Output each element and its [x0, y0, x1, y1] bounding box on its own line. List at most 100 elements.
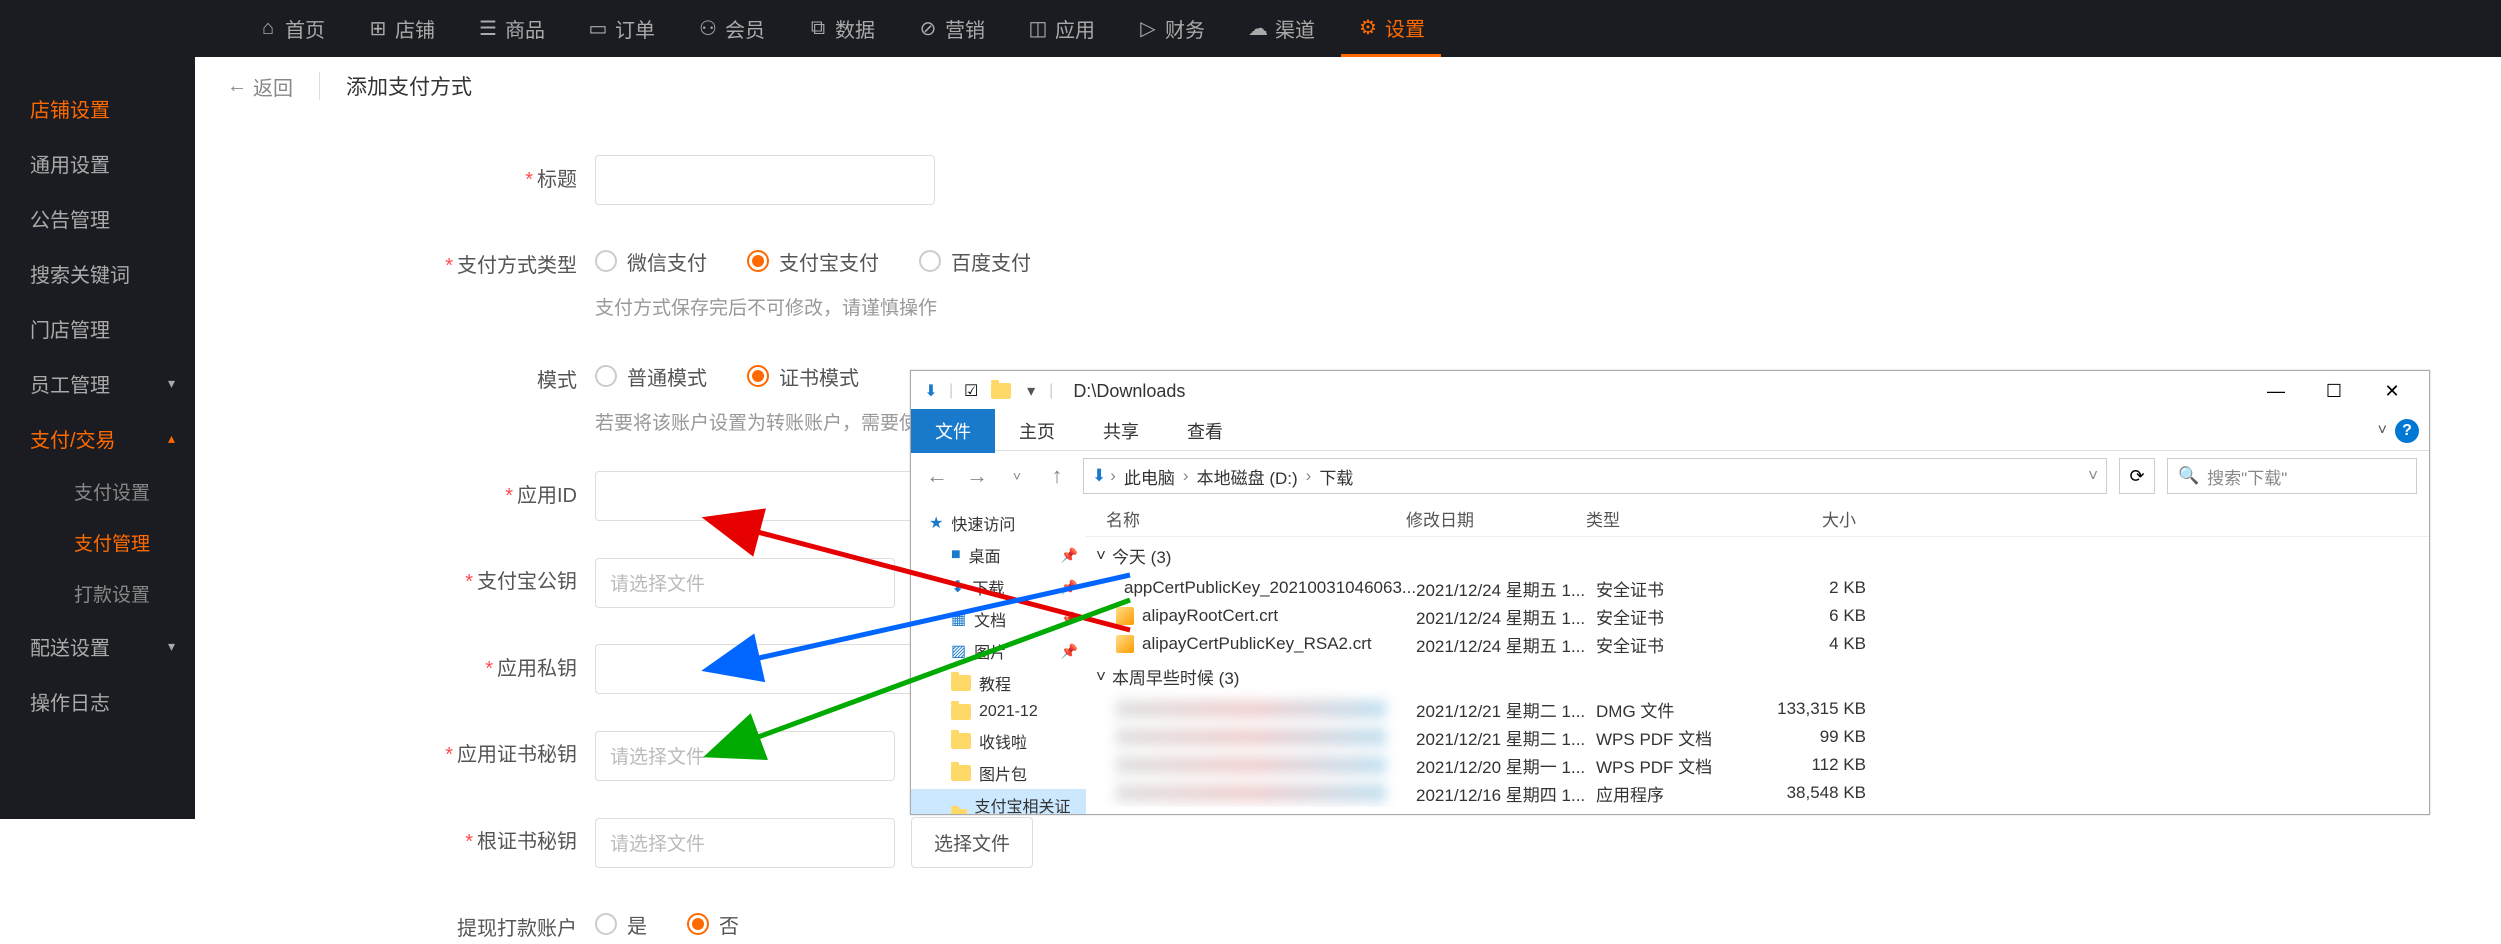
down-arrow-icon: ⬇ — [951, 577, 964, 597]
sidebar-label: 公告管理 — [30, 204, 110, 233]
tree-2021-12[interactable]: 2021-12 — [911, 699, 1086, 725]
radio-wechat[interactable]: 微信支付 — [595, 247, 707, 276]
file-row[interactable]: 2021/12/21 星期二 1...WPS PDF 文档99 KB — [1086, 723, 2429, 751]
dropdown-icon[interactable]: ▾ — [1019, 379, 1043, 403]
close-button[interactable]: ✕ — [2363, 373, 2421, 409]
tree-desktop[interactable]: ■桌面📌 — [911, 539, 1086, 571]
col-type[interactable]: 类型 — [1586, 506, 1736, 531]
nav-goods[interactable]: ☰商品 — [461, 0, 561, 57]
radio-icon — [687, 913, 709, 935]
sidebar-oplog[interactable]: 操作日志 — [0, 674, 195, 729]
nav-home[interactable]: ⌂首页 — [241, 0, 341, 57]
tab-home[interactable]: 主页 — [995, 409, 1079, 453]
radio-baidu[interactable]: 百度支付 — [919, 247, 1031, 276]
radio-alipay[interactable]: 支付宝支付 — [747, 247, 879, 276]
down-arrow-icon[interactable]: ⬇ — [919, 379, 943, 403]
tree-pictures[interactable]: ▨图片📌 — [911, 635, 1086, 667]
radio-normal-mode[interactable]: 普通模式 — [595, 362, 707, 391]
group-header[interactable]: ˅今天 (3) — [1086, 537, 2429, 574]
sidebar-announce[interactable]: 公告管理 — [0, 191, 195, 246]
nav-settings[interactable]: ⚙设置 — [1341, 0, 1441, 57]
sidebar-delivery[interactable]: 配送设置▾ — [0, 619, 195, 674]
tab-file[interactable]: 文件 — [911, 409, 995, 453]
file-row[interactable]: 2021/12/20 星期一 1...WPS PDF 文档112 KB — [1086, 751, 2429, 779]
nav-label: 应用 — [1055, 14, 1095, 43]
root-cert-choose-button[interactable]: 选择文件 — [911, 817, 1033, 868]
nav-finance[interactable]: ▷财务 — [1121, 0, 1221, 57]
file-row[interactable]: alipayRootCert.crt2021/12/24 星期五 1...安全证… — [1086, 602, 2429, 630]
nav-forward-button[interactable]: → — [963, 462, 991, 490]
appid-input[interactable] — [595, 471, 935, 521]
bc-downloads[interactable]: 下载 — [1315, 464, 1357, 489]
sidebar-search-keywords[interactable]: 搜索关键词 — [0, 246, 195, 301]
sidebar-pay-trade[interactable]: 支付/交易▴ — [0, 411, 195, 466]
tree-money[interactable]: 收钱啦 — [911, 725, 1086, 757]
root-cert-input[interactable]: 请选择文件 — [595, 818, 895, 868]
tree-imgpack[interactable]: 图片包 — [911, 757, 1086, 789]
file-row[interactable]: alipayCertPublicKey_RSA2.crt2021/12/24 星… — [1086, 630, 2429, 658]
bc-disk-d[interactable]: 本地磁盘 (D:) — [1193, 464, 1302, 489]
explorer-titlebar[interactable]: ⬇ | ☑ ▾ | D:\Downloads — ☐ ✕ — [911, 371, 2429, 411]
title-input[interactable] — [595, 155, 935, 205]
sidebar-shop-settings[interactable]: 店铺设置 — [0, 81, 195, 136]
sidebar-general[interactable]: 通用设置 — [0, 136, 195, 191]
nav-recent-button[interactable]: ˅ — [1003, 462, 1031, 490]
col-size[interactable]: 大小 — [1736, 506, 1886, 531]
file-row[interactable]: 2021/12/21 星期二 1...DMG 文件133,315 KB — [1086, 695, 2429, 723]
nav-members[interactable]: ⚇会员 — [681, 0, 781, 57]
file-row[interactable]: appCertPublicKey_20210031046063...2021/1… — [1086, 574, 2429, 602]
tree-alipay-certs[interactable]: 支付宝相关证书-新 — [911, 789, 1086, 814]
nav-label: 财务 — [1165, 14, 1205, 43]
withdraw-label: 提现打款账户 — [335, 904, 595, 941]
app-privkey-input[interactable] — [595, 644, 935, 694]
file-explorer-window: ⬇ | ☑ ▾ | D:\Downloads — ☐ ✕ 文件 主页 共享 查看… — [910, 370, 2430, 815]
nav-label: 商品 — [505, 14, 545, 43]
nav-shop[interactable]: ⊞店铺 — [351, 0, 451, 57]
tree-quick-access[interactable]: ★快速访问 — [911, 507, 1086, 539]
group-header[interactable]: ˅本周早些时候 (3) — [1086, 658, 2429, 695]
desktop-icon: ■ — [951, 546, 961, 564]
tab-view[interactable]: 查看 — [1163, 409, 1247, 453]
tree-tutorial[interactable]: 教程 — [911, 667, 1086, 699]
nav-up-button[interactable]: ↑ — [1043, 462, 1071, 490]
nav-tree: ★快速访问 ■桌面📌 ⬇下载📌 ▦文档📌 ▨图片📌 教程 2021-12 收钱啦… — [911, 501, 1086, 814]
checkbox-icon[interactable]: ☑ — [959, 379, 983, 403]
radio-cert-mode[interactable]: 证书模式 — [747, 362, 859, 391]
nav-apps[interactable]: ◫应用 — [1011, 0, 1111, 57]
top-nav: ⌂首页 ⊞店铺 ☰商品 ▭订单 ⚇会员 ⧉数据 ⊘营销 ◫应用 ▷财务 ☁渠道 … — [0, 0, 2501, 57]
breadcrumb-bar[interactable]: ⬇ › 此电脑 › 本地磁盘 (D:) › 下载 ˅ — [1083, 458, 2107, 494]
app-cert-input[interactable]: 请选择文件 — [595, 731, 895, 781]
radio-no[interactable]: 否 — [687, 910, 739, 939]
bc-thispc[interactable]: 此电脑 — [1120, 464, 1179, 489]
nav-marketing[interactable]: ⊘营销 — [901, 0, 1001, 57]
sidebar-staff[interactable]: 员工管理▾ — [0, 356, 195, 411]
sidebar-store-manage[interactable]: 门店管理 — [0, 301, 195, 356]
refresh-button[interactable]: ⟳ — [2119, 458, 2155, 494]
col-name[interactable]: 名称 — [1086, 506, 1406, 531]
help-icon[interactable]: ? — [2395, 419, 2419, 443]
page-header: ←返回 添加支付方式 — [195, 57, 2501, 115]
nav-back-button[interactable]: ← — [923, 462, 951, 490]
tree-downloads[interactable]: ⬇下载📌 — [911, 571, 1086, 603]
back-button[interactable]: ←返回 — [227, 72, 293, 101]
col-date[interactable]: 修改日期 — [1406, 506, 1586, 531]
tab-share[interactable]: 共享 — [1079, 409, 1163, 453]
maximize-button[interactable]: ☐ — [2305, 373, 2363, 409]
minimize-button[interactable]: — — [2247, 373, 2305, 409]
tree-documents[interactable]: ▦文档📌 — [911, 603, 1086, 635]
home-icon: ⌂ — [257, 18, 279, 40]
chevron-down-icon[interactable]: ˅ — [2378, 422, 2387, 440]
nav-channel[interactable]: ☁渠道 — [1231, 0, 1331, 57]
folder-icon[interactable] — [989, 379, 1013, 403]
sub-pay-settings[interactable]: 支付设置 — [56, 466, 195, 517]
radio-yes[interactable]: 是 — [595, 910, 647, 939]
folder-icon — [951, 733, 971, 749]
nav-orders[interactable]: ▭订单 — [571, 0, 671, 57]
sub-pay-manage[interactable]: 支付管理 — [56, 517, 195, 568]
alipay-pubkey-input[interactable]: 请选择文件 — [595, 558, 895, 608]
file-row[interactable]: 2021/12/16 星期四 1...应用程序38,548 KB — [1086, 779, 2429, 807]
search-box[interactable]: 🔍 搜索"下载" — [2167, 458, 2417, 494]
nav-data[interactable]: ⧉数据 — [791, 0, 891, 57]
down-arrow-icon: ⬇ — [1092, 466, 1106, 486]
sub-payout-settings[interactable]: 打款设置 — [56, 568, 195, 619]
